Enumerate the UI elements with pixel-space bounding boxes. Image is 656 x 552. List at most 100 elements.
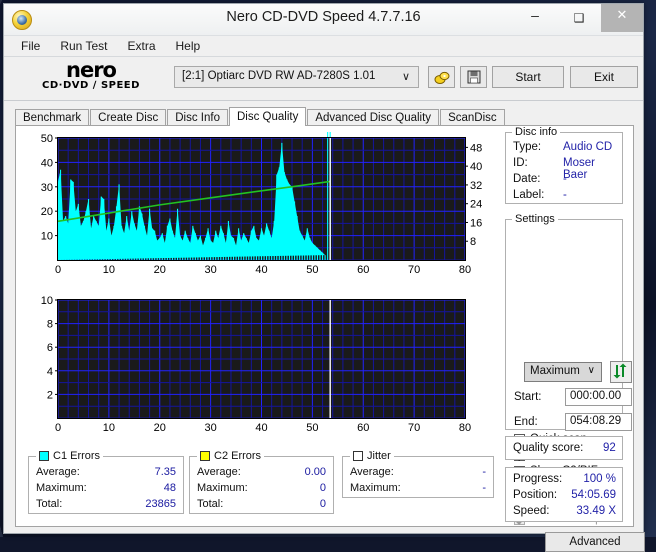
- c1-color-swatch: [39, 451, 49, 461]
- disc-date-value: -: [563, 173, 567, 185]
- axis-tick-label: 20: [154, 422, 166, 434]
- tab-disc-info[interactable]: Disc Info: [167, 109, 228, 126]
- jitter-legend-label: Jitter: [367, 450, 391, 462]
- disc-label-label: Label:: [513, 189, 545, 201]
- axis-tick-label: 8: [470, 236, 476, 248]
- c2-average-row: Average: 0.00: [197, 466, 326, 478]
- quality-score-label: Quality score:: [513, 442, 584, 454]
- disc-date-label: Date:: [513, 173, 541, 185]
- axis-tick-label: 70: [408, 264, 420, 276]
- c2-average-label: Average:: [197, 466, 241, 478]
- c2-total-value: 0: [319, 498, 326, 510]
- start-time-label: Start:: [514, 391, 542, 403]
- logo-line-cddvdspeed: CD·DVD ∕ SPEED: [42, 80, 140, 91]
- axis-tick-label: 80: [459, 264, 471, 276]
- minimize-icon: –: [531, 7, 539, 23]
- start-button[interactable]: Start: [492, 66, 564, 88]
- tab-advanced-disc-quality[interactable]: Advanced Disc Quality: [307, 109, 440, 126]
- application-window: Nero CD-DVD Speed 4.7.7.16 – ❑ ✕ File Ru…: [3, 3, 645, 552]
- c1-maximum-value: 48: [163, 482, 176, 494]
- drive-select-value: [2:1] Optiarc DVD RW AD-7280S 1.01: [182, 70, 376, 82]
- menu-item-help[interactable]: Help: [167, 37, 210, 55]
- settings-legend: Settings: [512, 213, 558, 225]
- disc-id-value: Moser Baer: [563, 157, 595, 181]
- maximize-button[interactable]: ❑: [557, 4, 601, 32]
- end-time-label: End:: [514, 416, 538, 428]
- axis-tick-label: 40: [41, 157, 53, 169]
- c1-total-row: Total: 23865: [36, 498, 176, 510]
- axis-tick-label: 50: [306, 264, 318, 276]
- axis-tick-label: 48: [470, 142, 482, 154]
- axis-tick-label: 60: [357, 264, 369, 276]
- c2-maximum-value: 0: [319, 482, 326, 494]
- position-value: 54:05.69: [571, 489, 616, 501]
- axis-tick-label: 6: [47, 342, 53, 354]
- eject-disc-icon: [434, 70, 450, 85]
- tab-benchmark[interactable]: Benchmark: [15, 109, 90, 126]
- c1-errors-legend: C1 Errors: [36, 450, 104, 462]
- jitter-average-label: Average:: [350, 466, 394, 478]
- position-label: Position:: [513, 489, 558, 501]
- end-time-input[interactable]: 054:08.29: [565, 413, 632, 431]
- c1-average-row: Average: 7.35: [36, 466, 176, 478]
- exit-button[interactable]: Exit: [570, 66, 638, 88]
- progress-label: Progress:: [513, 473, 563, 485]
- axis-tick-label: 30: [205, 264, 217, 276]
- axis-tick-label: 10: [103, 422, 115, 434]
- jitter-average-row: Average: -: [350, 466, 486, 478]
- c2-errors-legend: C2 Errors: [197, 450, 265, 462]
- chevron-down-icon: ∨: [587, 365, 595, 376]
- c1-average-label: Average:: [36, 466, 80, 478]
- c1-errors-legend-label: C1 Errors: [53, 450, 101, 462]
- refresh-button[interactable]: [610, 361, 632, 383]
- disc-info-legend: Disc info: [512, 126, 561, 138]
- menu-item-extra[interactable]: Extra: [118, 37, 164, 55]
- title-bar: Nero CD-DVD Speed 4.7.7.16 – ❑ ✕: [4, 4, 643, 36]
- c2-errors-stats: C2 Errors Average: 0.00 Maximum: 0 Total…: [189, 450, 334, 514]
- disc-label-value: -: [563, 189, 567, 201]
- c2-errors-chart: 0 10 20 30 40 50 60 70 80 2 4 6 8 10: [28, 294, 493, 440]
- menu-item-file[interactable]: File: [12, 37, 49, 55]
- jitter-maximum-row: Maximum: -: [350, 482, 486, 494]
- c1-errors-chart-svg: 0 10 20 30 40 50 60 70 80 10 20 30 40 50 8 16 24 32 40 48: [41, 132, 482, 276]
- c2-errors-chart-svg: 0 10 20 30 40 50 60 70 80 2 4 6 8 10: [41, 295, 471, 434]
- tab-disc-quality[interactable]: Disc Quality: [229, 107, 307, 126]
- tab-bar: Benchmark Create Disc Disc Info Disc Qua…: [15, 107, 506, 126]
- drive-select[interactable]: [2:1] Optiarc DVD RW AD-7280S 1.01 ∨: [174, 66, 419, 88]
- c2-maximum-label: Maximum:: [197, 482, 248, 494]
- c1-errors-stats: C1 Errors Average: 7.35 Maximum: 48 Tota…: [28, 450, 184, 514]
- nero-logo: nero CD·DVD ∕ SPEED: [26, 60, 156, 92]
- save-button[interactable]: [460, 66, 487, 88]
- tab-create-disc[interactable]: Create Disc: [90, 109, 167, 126]
- start-time-input[interactable]: 000:00.00: [565, 388, 632, 406]
- tab-scandisc[interactable]: ScanDisc: [440, 109, 505, 126]
- axis-tick-label: 2: [47, 389, 53, 401]
- axis-tick-label: 16: [470, 217, 482, 229]
- eject-button[interactable]: [428, 66, 455, 88]
- axis-tick-label: 4: [47, 366, 53, 378]
- axis-tick-label: 0: [55, 422, 61, 434]
- disc-info-panel: Disc info Type: Audio CD ID: Moser Baer …: [505, 126, 623, 204]
- logo-line-nero: nero: [66, 58, 117, 82]
- menu-item-run-test[interactable]: Run Test: [51, 37, 116, 55]
- menu-bar: File Run Test Extra Help: [4, 36, 643, 57]
- jitter-legend: Jitter: [350, 450, 394, 462]
- axis-tick-label: 20: [41, 206, 53, 218]
- chevron-down-icon: ∨: [401, 71, 410, 83]
- speed-select[interactable]: Maximum ∨: [524, 362, 602, 382]
- close-icon: ✕: [616, 7, 628, 22]
- c1-errors-chart: 0 10 20 30 40 50 60 70 80 10 20 30 40 50 8 16 24 32 40 48: [28, 132, 493, 282]
- axis-tick-label: 32: [470, 180, 482, 192]
- axis-tick-label: 10: [41, 295, 53, 307]
- speed-value: 33.49 X: [576, 505, 616, 517]
- c1-average-value: 7.35: [154, 466, 176, 478]
- c2-average-value: 0.00: [304, 466, 326, 478]
- disc-id-label: ID:: [513, 157, 528, 169]
- close-button[interactable]: ✕: [601, 4, 643, 32]
- advanced-button[interactable]: Advanced: [545, 532, 645, 552]
- c2-color-swatch: [200, 451, 210, 461]
- minimize-button[interactable]: –: [513, 4, 557, 32]
- status-panel: Progress: 100 % Position: 54:05.69 Speed…: [505, 467, 623, 522]
- axis-tick-label: 8: [47, 319, 53, 331]
- c1-maximum-label: Maximum:: [36, 482, 87, 494]
